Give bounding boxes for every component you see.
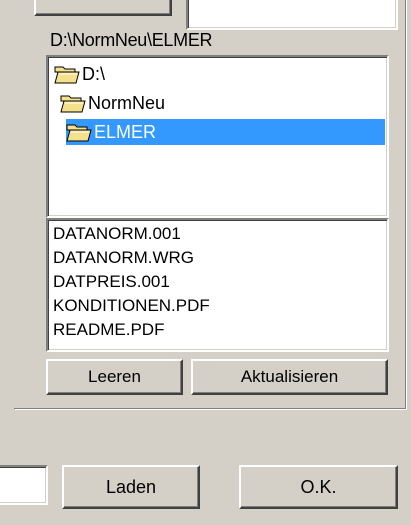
directory-item-label: D:\ xyxy=(82,63,106,84)
list-item[interactable]: DATANORM.001 xyxy=(53,222,387,246)
bottom-input-field[interactable] xyxy=(0,465,48,505)
folder-open-icon xyxy=(54,66,80,84)
folder-open-icon xyxy=(66,124,92,142)
list-item[interactable]: README.PDF xyxy=(53,318,387,342)
ok-button[interactable]: O.K. xyxy=(239,465,398,509)
directory-item-elmer[interactable]: ELMER xyxy=(66,119,385,145)
folder-open-icon xyxy=(60,95,86,113)
directory-item-label: NormNeu xyxy=(88,92,166,113)
directory-item-normneu[interactable]: NormNeu xyxy=(60,90,169,116)
directory-item-root[interactable]: D:\ xyxy=(54,61,109,87)
list-item[interactable]: KONDITIONEN.PDF xyxy=(53,294,387,318)
current-path-label: D:\NormNeu\ELMER xyxy=(50,30,213,50)
list-item[interactable]: DATPREIS.001 xyxy=(53,270,387,294)
refresh-button[interactable]: Aktualisieren xyxy=(191,359,388,395)
clear-button[interactable]: Leeren xyxy=(46,359,183,395)
file-listbox[interactable]: DATANORM.001 DATANORM.WRG DATPREIS.001 K… xyxy=(46,218,389,352)
top-input-field[interactable] xyxy=(186,0,398,30)
list-item[interactable]: DATANORM.WRG xyxy=(53,246,387,270)
top-button[interactable] xyxy=(34,0,172,16)
directory-listbox[interactable]: D:\ NormNeu ELMER xyxy=(46,55,389,218)
load-button[interactable]: Laden xyxy=(62,465,200,509)
directory-item-label: ELMER xyxy=(94,121,157,142)
